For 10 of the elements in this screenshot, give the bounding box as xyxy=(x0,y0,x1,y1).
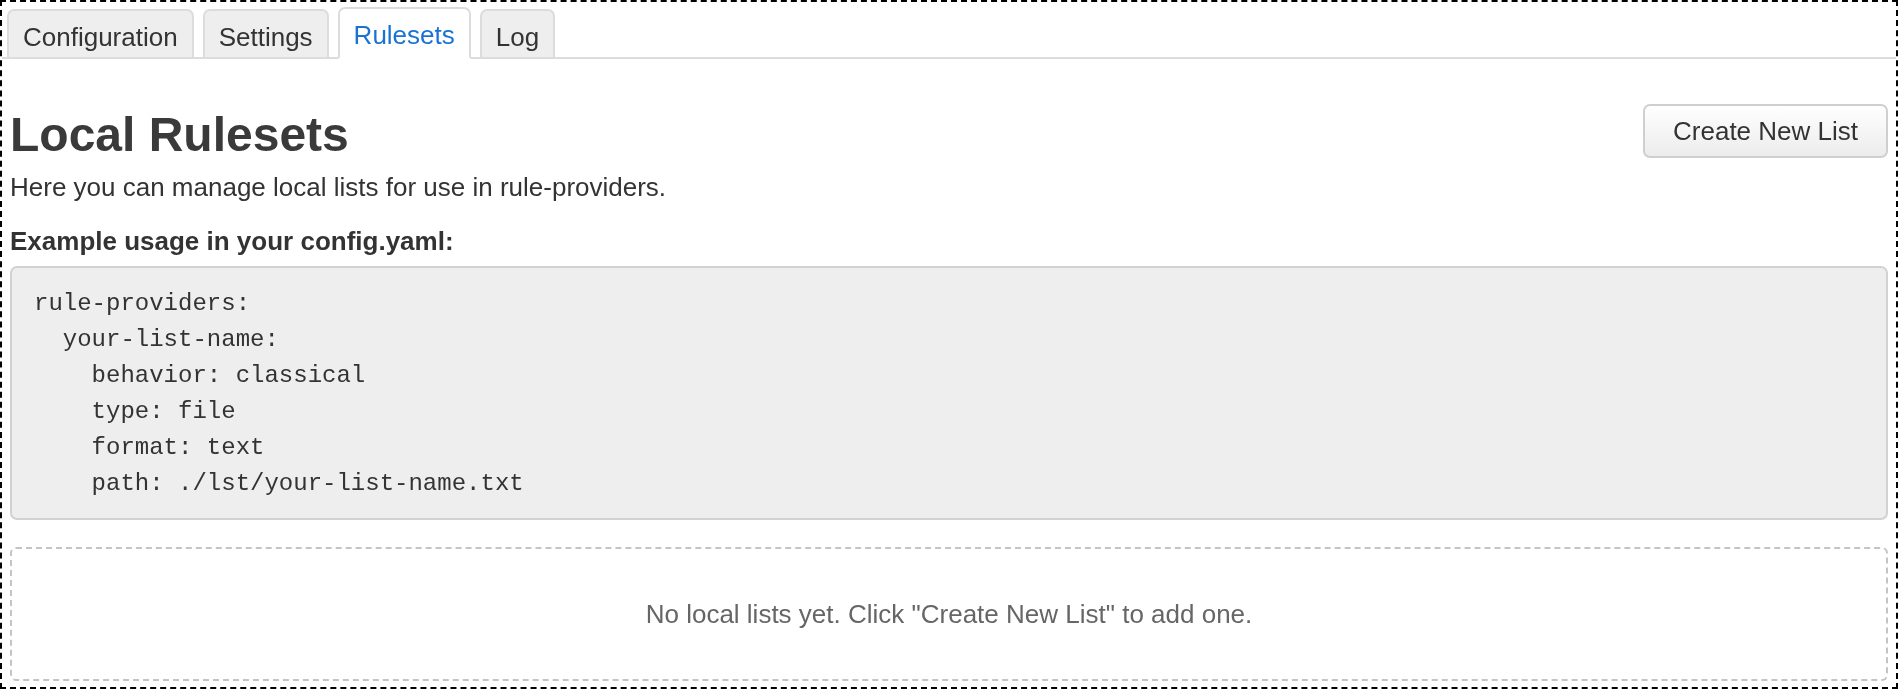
tab[interactable]: Configuration xyxy=(7,9,194,57)
description-text: Here you can manage local lists for use in rule-providers. xyxy=(10,172,668,202)
code-block: rule-providers: your-list-name: behavior: classical type: file format: text path: ./lst/your-list-name.txt xyxy=(10,266,1888,520)
empty-state-message: No local lists yet. Click "Create New List" to add one. xyxy=(645,599,1253,629)
tab[interactable]: Rulesets xyxy=(337,7,471,59)
example-heading: Example usage in your config.yaml: xyxy=(10,226,455,256)
create-list-button[interactable]: Create New List xyxy=(1643,104,1888,158)
page-title: Local Rulesets xyxy=(10,107,349,163)
tab[interactable]: Log xyxy=(479,9,556,57)
tab[interactable]: Settings xyxy=(202,9,329,57)
